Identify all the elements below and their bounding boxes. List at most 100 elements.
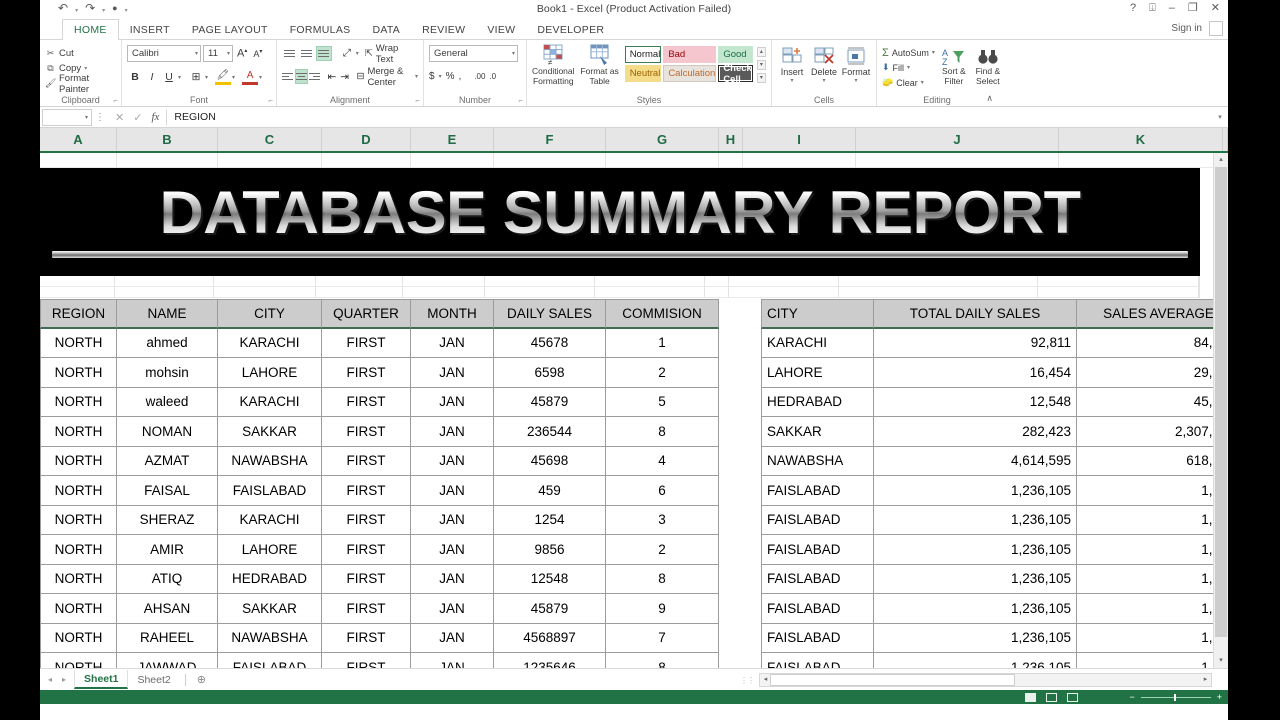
cut-button[interactable]: ✂ Cut xyxy=(45,46,116,61)
table-cell[interactable]: waleed xyxy=(117,387,218,417)
fill-color-caret-icon[interactable]: ▾ xyxy=(232,74,235,81)
column-header-a[interactable]: A xyxy=(40,128,117,151)
table-cell[interactable]: NAWABSHA xyxy=(218,623,322,653)
clipboard-dialog-launcher[interactable]: ⌐ xyxy=(113,96,118,105)
autosum-button[interactable]: Σ AutoSum ▾ xyxy=(882,45,935,60)
ribbon-display-options-icon[interactable]: ⍗ xyxy=(1149,1,1156,15)
name-box[interactable]: ▾ xyxy=(42,108,92,126)
vertical-scroll-thumb[interactable] xyxy=(1215,167,1227,637)
fill-color-icon[interactable]: 🖍 xyxy=(215,69,232,85)
table-cell[interactable]: 8 xyxy=(606,564,719,594)
table-cell[interactable]: FIRST xyxy=(322,653,411,668)
align-top-icon[interactable] xyxy=(282,46,298,61)
new-sheet-icon[interactable]: ⊕ xyxy=(197,673,206,686)
table-cell[interactable]: 2 xyxy=(606,535,719,565)
table-cell[interactable]: mohsin xyxy=(117,358,218,388)
table-cell[interactable]: LAHORE xyxy=(218,358,322,388)
table-cell[interactable]: 6598 xyxy=(494,358,606,388)
normal-view-icon[interactable] xyxy=(1025,692,1036,702)
table-cell[interactable]: 45879 xyxy=(494,387,606,417)
tab-insert[interactable]: INSERT xyxy=(119,20,181,40)
table-row[interactable]: FAISLABAD1,236,1051,254 xyxy=(761,653,1228,668)
table-row[interactable]: SAKKAR282,4232,307,298 xyxy=(761,417,1228,447)
table-cell[interactable]: 3 xyxy=(606,505,719,535)
table-cell[interactable]: FAISLABAD xyxy=(761,476,874,506)
table-cell[interactable]: JAN xyxy=(411,535,494,565)
cell-style-check-cell[interactable]: Check Cell xyxy=(718,63,753,85)
table-row[interactable]: NORTH mohsin LAHORE FIRST JAN 6598 2 xyxy=(40,358,719,388)
horizontal-scrollbar[interactable]: ◂ ▸ xyxy=(759,673,1212,687)
tab-home[interactable]: HOME xyxy=(62,19,119,41)
table-cell[interactable]: JAN xyxy=(411,564,494,594)
table-cell[interactable]: NORTH xyxy=(40,328,117,358)
table-cell[interactable]: FAISLABAD xyxy=(761,564,874,594)
table-cell[interactable]: NORTH xyxy=(40,623,117,653)
table-cell[interactable]: FIRST xyxy=(322,328,411,358)
align-bottom-icon[interactable] xyxy=(315,46,332,61)
grow-font-button[interactable]: A▴ xyxy=(235,47,249,60)
wrap-text-button[interactable]: ⇱ Wrap Text xyxy=(365,43,418,65)
table-cell[interactable]: SAKKAR xyxy=(218,594,322,624)
table-cell[interactable]: ATIQ xyxy=(117,564,218,594)
table-row[interactable]: FAISLABAD1,236,1051,254 xyxy=(761,505,1228,535)
table-cell[interactable]: JAN xyxy=(411,594,494,624)
italic-button[interactable]: I xyxy=(144,69,160,85)
cancel-edit-icon[interactable]: ✕ xyxy=(115,111,124,124)
table-cell[interactable]: AHSAN xyxy=(117,594,218,624)
increase-decimal-button[interactable]: .00 xyxy=(474,72,485,81)
horizontal-scroll-thumb[interactable] xyxy=(770,674,1015,686)
formula-bar-handle[interactable]: ⋮ xyxy=(92,112,108,123)
percent-format-button[interactable]: % xyxy=(446,71,455,82)
table-row[interactable]: NORTH AHSAN SAKKAR FIRST JAN 45879 9 xyxy=(40,594,719,624)
page-break-view-icon[interactable] xyxy=(1067,692,1078,702)
table-cell[interactable]: 1,254 xyxy=(1077,565,1228,594)
table-cell[interactable]: 1,236,105 xyxy=(874,623,1077,653)
zoom-out-icon[interactable]: − xyxy=(1129,692,1134,702)
align-left-icon[interactable] xyxy=(282,69,294,84)
copy-caret-icon[interactable]: ▾ xyxy=(84,65,87,72)
table-cell[interactable]: HEDRABAD xyxy=(761,387,874,417)
table-cell[interactable]: KARACHI xyxy=(218,387,322,417)
expand-formula-bar-icon[interactable]: ▾ xyxy=(1212,113,1228,121)
collapse-ribbon-icon[interactable]: ∧ xyxy=(986,93,993,104)
table-cell[interactable]: 1 xyxy=(606,328,719,358)
table-cell[interactable]: FAISLABAD xyxy=(761,623,874,653)
table-cell[interactable]: RAHEEL xyxy=(117,623,218,653)
number-format-select[interactable]: General ▾ xyxy=(429,45,518,62)
table-cell[interactable]: JAN xyxy=(411,387,494,417)
table-cell[interactable]: JAN xyxy=(411,358,494,388)
table-cell[interactable]: FIRST xyxy=(322,623,411,653)
table-cell[interactable]: 4568897 xyxy=(494,623,606,653)
table-row[interactable]: HEDRABAD12,54845,879 xyxy=(761,387,1228,417)
column-header-l[interactable] xyxy=(1223,128,1228,151)
styles-scroll-up-icon[interactable]: ▴ xyxy=(756,47,766,57)
table-cell[interactable]: 1,254 xyxy=(1077,624,1228,653)
account-avatar[interactable] xyxy=(1209,21,1223,36)
table-cell[interactable]: FIRST xyxy=(322,387,411,417)
prev-sheet-icon[interactable]: ◂ xyxy=(48,675,52,684)
confirm-edit-icon[interactable]: ✓ xyxy=(133,111,142,124)
table-cell[interactable]: NORTH xyxy=(40,358,117,388)
table-cell[interactable]: FIRST xyxy=(322,505,411,535)
table-cell[interactable]: LAHORE xyxy=(761,358,874,388)
cell-style-bad[interactable]: Bad xyxy=(663,46,717,63)
table-cell[interactable]: FAISLABAD xyxy=(761,505,874,535)
chevron-down-icon[interactable]: ▾ xyxy=(195,50,198,57)
column-header-k[interactable]: K xyxy=(1059,128,1223,151)
table-cell[interactable]: 45678 xyxy=(494,328,606,358)
sort-filter-button[interactable]: A Z Sort & Filter xyxy=(939,47,969,90)
column-header-j[interactable]: J xyxy=(856,128,1059,151)
clear-button[interactable]: 🧽 Clear ▾ xyxy=(882,75,935,90)
table-cell[interactable]: 4 xyxy=(606,446,719,476)
font-dialog-launcher[interactable]: ⌐ xyxy=(268,96,273,105)
table-cell[interactable]: 1,254 xyxy=(1077,594,1228,624)
table-cell[interactable]: FIRST xyxy=(322,446,411,476)
table-cell[interactable]: 1,254 xyxy=(1077,535,1228,565)
table-cell[interactable]: 2,307,298 xyxy=(1077,417,1228,447)
tab-page-layout[interactable]: PAGE LAYOUT xyxy=(181,20,279,40)
font-name-input[interactable]: Calibri ▾ xyxy=(127,45,201,62)
table-cell[interactable]: AZMAT xyxy=(117,446,218,476)
table-cell[interactable]: 1,236,105 xyxy=(874,564,1077,594)
table-cell[interactable]: KARACHI xyxy=(218,505,322,535)
tab-developer[interactable]: DEVELOPER xyxy=(526,20,615,40)
